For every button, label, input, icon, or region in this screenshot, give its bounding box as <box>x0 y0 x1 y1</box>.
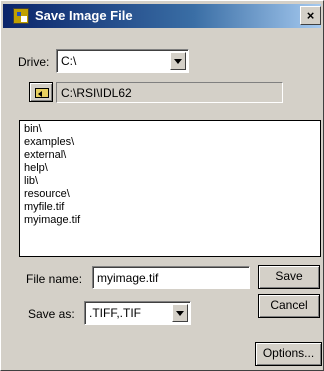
drive-select-value: C:\ <box>61 54 77 68</box>
current-path: C:\RSI\IDL62 <box>56 82 283 103</box>
drive-label: Drive: <box>18 55 50 69</box>
list-item[interactable]: resource\ <box>24 188 70 201</box>
list-item[interactable]: help\ <box>24 162 48 175</box>
drive-select[interactable]: C:\ <box>56 49 189 73</box>
save-as-label: Save as: <box>28 307 75 321</box>
file-name-label: File name: <box>26 272 83 286</box>
parent-folder-button[interactable] <box>29 82 53 102</box>
folder-up-icon <box>35 88 49 98</box>
dialog-title: Save Image File <box>35 8 133 23</box>
app-icon <box>13 8 29 24</box>
file-name-input-value: myimage.tif <box>97 271 159 285</box>
list-item[interactable]: lib\ <box>24 175 38 188</box>
cancel-button[interactable]: Cancel <box>258 294 320 318</box>
chevron-down-icon[interactable] <box>170 52 186 70</box>
file-name-input[interactable]: myimage.tif <box>92 266 250 289</box>
list-item[interactable]: examples\ <box>24 136 74 149</box>
list-item[interactable]: external\ <box>24 149 66 162</box>
save-image-dialog: Save Image File × Drive: C:\ C:\RSI\IDL6… <box>0 0 324 371</box>
list-item[interactable]: myfile.tif <box>24 201 64 214</box>
save-as-select-value: .TIFF,.TIF <box>89 306 141 320</box>
title-bar[interactable]: Save Image File × <box>3 4 321 28</box>
close-button[interactable]: × <box>300 6 321 25</box>
list-item[interactable]: myimage.tif <box>24 214 80 227</box>
save-button[interactable]: Save <box>258 265 320 289</box>
options-button[interactable]: Options... <box>255 342 322 366</box>
file-list[interactable]: bin\ examples\ external\ help\ lib\ resource\… <box>19 120 321 257</box>
chevron-down-icon[interactable] <box>172 304 188 322</box>
list-item[interactable]: bin\ <box>24 123 42 136</box>
save-as-select[interactable]: .TIFF,.TIF <box>84 301 191 325</box>
